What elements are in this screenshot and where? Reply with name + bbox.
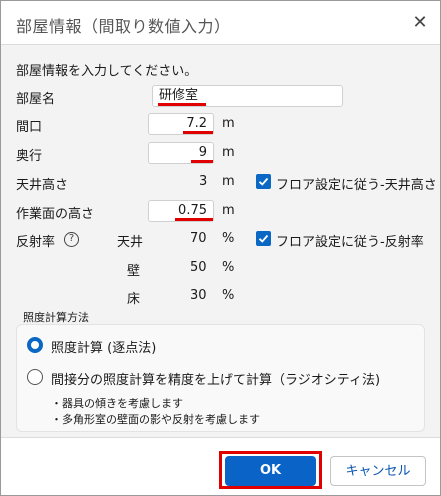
reflectance-floor-value: 30 — [190, 288, 207, 303]
depth-unit: m — [222, 145, 235, 160]
frontage-label: 間口 — [16, 120, 43, 135]
reflectance-ceiling-unit: % — [222, 231, 235, 246]
dialog-footer: OK キャンセル — [1, 437, 440, 495]
ceiling-follow-floor-label[interactable]: フロア設定に従う-天井高さ — [276, 174, 437, 193]
close-icon[interactable]: ✕ — [410, 13, 430, 33]
room-info-dialog: 部屋情報（間取り数値入力） ✕ 部屋情報を入力してください。 部屋名 研修室 間… — [0, 0, 441, 496]
work-plane-label: 作業面の高さ — [16, 207, 95, 222]
check-icon — [258, 177, 269, 186]
reflectance-wall-value: 50 — [190, 260, 207, 275]
room-name-highlight — [158, 103, 206, 106]
ceiling-follow-floor-checkbox[interactable] — [256, 174, 271, 189]
ceiling-height-unit: m — [222, 174, 235, 189]
note-polygon-room: ・多角形室の壁面の影や反射を考慮します — [51, 413, 260, 426]
radio-radiosity[interactable] — [27, 369, 43, 385]
note-fixture-tilt: ・器具の傾きを考慮します — [51, 397, 183, 410]
dialog-body: 部屋情報を入力してください。 部屋名 研修室 間口 7.2 m 奥行 9 m 天… — [1, 46, 440, 436]
calc-method-group: 照度計算 (逐点法) 間接分の照度計算を精度を上げて計算（ラジオシティ法) ・器… — [16, 324, 425, 432]
ok-button[interactable]: OK — [225, 456, 316, 486]
reflectance-label: 反射率 — [16, 235, 56, 250]
frontage-unit: m — [222, 116, 235, 131]
reflectance-follow-floor-label[interactable]: フロア設定に従う-反射率 — [276, 231, 424, 250]
reflectance-floor-unit: % — [222, 288, 235, 303]
reflectance-wall-label: 壁 — [127, 264, 141, 279]
ceiling-height-label: 天井高さ — [16, 178, 69, 193]
frontage-highlight — [183, 131, 213, 134]
check-icon — [258, 234, 269, 243]
instruction-text: 部屋情報を入力してください。 — [16, 64, 198, 79]
depth-label: 奥行 — [16, 149, 43, 164]
reflectance-ceiling-value: 70 — [190, 231, 207, 246]
dialog-title: 部屋情報（間取り数値入力） — [16, 17, 231, 36]
cancel-button[interactable]: キャンセル — [330, 456, 426, 486]
reflectance-follow-floor-checkbox[interactable] — [256, 231, 271, 246]
calc-method-heading: 照度計算方法 — [23, 311, 89, 324]
reflectance-floor-label: 床 — [127, 292, 141, 307]
reflectance-wall-unit: % — [222, 260, 235, 275]
room-name-label: 部屋名 — [16, 92, 56, 107]
radio-radiosity-label[interactable]: 間接分の照度計算を精度を上げて計算（ラジオシティ法) — [51, 369, 380, 388]
radio-pointwise-label[interactable]: 照度計算 (逐点法) — [51, 337, 156, 356]
title-bar: 部屋情報（間取り数値入力） ✕ — [1, 1, 440, 45]
ceiling-height-value: 3 — [199, 174, 208, 189]
reflectance-ceiling-label: 天井 — [117, 235, 144, 250]
radio-pointwise[interactable] — [27, 337, 43, 353]
help-icon[interactable]: ? — [64, 232, 79, 247]
depth-highlight — [191, 160, 213, 163]
work-plane-highlight — [175, 218, 213, 221]
work-plane-unit: m — [222, 203, 235, 218]
